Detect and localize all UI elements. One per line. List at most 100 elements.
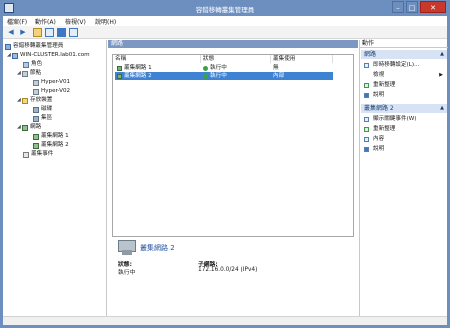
maximize-button[interactable]: □ bbox=[406, 1, 418, 13]
tree-network-1-label: 叢集網路 1 bbox=[41, 133, 69, 139]
action-show-critical-events[interactable]: 顯示關鍵事件(W) bbox=[361, 115, 447, 124]
tree-events-label: 叢集事件 bbox=[31, 151, 54, 157]
server-icon bbox=[33, 88, 39, 95]
network-detail-icon bbox=[118, 240, 136, 255]
action-label: 顯示關鍵事件(W) bbox=[373, 116, 417, 122]
tree-network-1[interactable]: 叢集網路 1 bbox=[33, 133, 69, 140]
properties-icon bbox=[364, 137, 369, 142]
column-status[interactable]: 狀態 bbox=[201, 55, 271, 63]
application-window: 容錯移轉叢集管理員 – □ ✕ 檔案(F) 動作(A) 檢視(V) 說明(H) … bbox=[0, 0, 450, 328]
actions-header: 動作 bbox=[360, 40, 448, 48]
menu-view[interactable]: 檢視(V) bbox=[65, 17, 86, 26]
tree-networks[interactable]: ◢ 網路 bbox=[17, 124, 41, 131]
collapse-icon[interactable]: ▲ bbox=[440, 50, 444, 59]
tree-storage[interactable]: ◢ 存放裝置 bbox=[17, 97, 52, 104]
tree-node-1-label: Hyper-V01 bbox=[41, 79, 71, 85]
main-frame: 檔案(F) 動作(A) 檢視(V) 說明(H) ◀ ▶ 容錯移轉叢集管理員 ◢ W… bbox=[3, 16, 448, 325]
center-pane: 網路 名稱 狀態 叢集使用 叢集網路 1 執行中 無 叢集網路 2 執行中 內部… bbox=[108, 40, 358, 325]
nodes-icon bbox=[22, 70, 28, 77]
close-button[interactable]: ✕ bbox=[420, 1, 446, 13]
tree-root-label: 容錯移轉叢集管理員 bbox=[13, 43, 64, 49]
roles-icon bbox=[23, 61, 29, 68]
properties-icon[interactable] bbox=[45, 28, 54, 37]
settings-icon bbox=[364, 63, 369, 68]
tree-storage-label: 存放裝置 bbox=[30, 97, 53, 103]
title-bar[interactable]: 容錯移轉叢集管理員 – □ ✕ bbox=[0, 0, 450, 16]
action-label: 說明 bbox=[373, 92, 385, 98]
status-up-icon bbox=[203, 65, 208, 71]
row-use: 內部 bbox=[273, 73, 285, 79]
tree-roles[interactable]: 角色 bbox=[23, 61, 42, 68]
cluster-manager-icon bbox=[5, 43, 11, 50]
menu-file[interactable]: 檔案(F) bbox=[7, 17, 27, 26]
tree-node-1[interactable]: Hyper-V01 bbox=[33, 79, 70, 86]
window-title: 容錯移轉叢集管理員 bbox=[195, 6, 255, 14]
row-name: 叢集網路 2 bbox=[124, 73, 152, 79]
column-cluster-use[interactable]: 叢集使用 bbox=[271, 55, 333, 63]
navigation-tree: 容錯移轉叢集管理員 ◢ WIN-CLUSTER.lab01.com 角色 ◢ 節點 … bbox=[3, 40, 107, 325]
back-icon[interactable]: ◀ bbox=[6, 28, 16, 37]
detail-status-value: 執行中 bbox=[118, 270, 136, 276]
action-view[interactable]: 檢視 ▶ bbox=[361, 71, 447, 80]
storage-icon bbox=[22, 97, 28, 104]
action-refresh-network[interactable]: 重新整理 bbox=[361, 125, 447, 134]
tree-pools[interactable]: 集區 bbox=[33, 115, 52, 122]
help-icon bbox=[364, 93, 369, 98]
network-icon bbox=[33, 142, 39, 149]
status-up-icon bbox=[203, 73, 208, 79]
cluster-icon bbox=[12, 52, 18, 59]
console-icon[interactable] bbox=[69, 28, 78, 37]
network-icon bbox=[117, 73, 122, 79]
tree-events[interactable]: 叢集事件 bbox=[23, 151, 53, 158]
help-icon bbox=[364, 147, 369, 152]
tree-nodes[interactable]: ◢ 節點 bbox=[17, 70, 41, 77]
tree-network-2-label: 叢集網路 2 bbox=[41, 142, 69, 148]
menu-bar: 檔案(F) 動作(A) 檢視(V) 說明(H) bbox=[3, 16, 447, 26]
row-status-cell: 執行中 bbox=[203, 72, 227, 80]
forward-icon[interactable]: ▶ bbox=[18, 28, 28, 37]
tree-root[interactable]: 容錯移轉叢集管理員 bbox=[5, 43, 63, 50]
row-name-cell: 叢集網路 2 bbox=[117, 72, 152, 80]
tree-disks[interactable]: 磁碟 bbox=[33, 106, 52, 113]
menu-help[interactable]: 說明(H) bbox=[95, 17, 116, 26]
row-name: 叢集網路 1 bbox=[124, 65, 152, 71]
table-row[interactable]: 叢集網路 1 執行中 無 bbox=[115, 64, 333, 72]
row-status: 執行中 bbox=[210, 65, 227, 71]
events-icon bbox=[364, 117, 369, 122]
action-label: 說明 bbox=[373, 146, 385, 152]
help-icon[interactable] bbox=[57, 28, 66, 37]
tree-networks-label: 網路 bbox=[30, 124, 42, 130]
actions-section-network-2[interactable]: 叢集網路 2 ▲ bbox=[361, 104, 447, 113]
events-icon bbox=[23, 151, 29, 158]
minimize-button[interactable]: – bbox=[392, 1, 404, 13]
actions-pane: 動作 網路 ▲ 即時移轉設定(L)... 檢視 ▶ 重新整理 說明 叢集網路 2… bbox=[359, 40, 448, 325]
pool-icon bbox=[33, 115, 39, 122]
action-label: 即時移轉設定(L)... bbox=[373, 62, 420, 68]
action-label: 檢視 bbox=[373, 72, 385, 78]
folder-icon[interactable] bbox=[33, 28, 42, 37]
detail-title: 叢集網路 2 bbox=[140, 244, 175, 252]
table-row-selected[interactable]: 叢集網路 2 執行中 內部 bbox=[115, 72, 333, 80]
tree-pools-label: 集區 bbox=[41, 115, 53, 121]
status-bar bbox=[3, 316, 447, 325]
action-help[interactable]: 說明 bbox=[361, 91, 447, 100]
tree-cluster[interactable]: ◢ WIN-CLUSTER.lab01.com bbox=[7, 52, 90, 59]
network-list: 名稱 狀態 叢集使用 叢集網路 1 執行中 無 叢集網路 2 執行中 內部 bbox=[112, 54, 354, 237]
network-icon bbox=[22, 124, 28, 131]
tree-node-2[interactable]: Hyper-V02 bbox=[33, 88, 70, 95]
menu-action[interactable]: 動作(A) bbox=[35, 17, 56, 26]
column-name[interactable]: 名稱 bbox=[113, 55, 201, 63]
tree-network-2[interactable]: 叢集網路 2 bbox=[33, 142, 69, 149]
action-help-network[interactable]: 說明 bbox=[361, 145, 447, 154]
collapse-icon[interactable]: ▲ bbox=[440, 104, 444, 113]
row-name-cell: 叢集網路 1 bbox=[117, 64, 152, 72]
action-refresh[interactable]: 重新整理 bbox=[361, 81, 447, 90]
network-icon bbox=[117, 65, 122, 71]
server-icon bbox=[33, 79, 39, 86]
detail-subnet-value: 172.16.0.0/24 (IPv4) bbox=[198, 267, 258, 273]
refresh-icon bbox=[364, 83, 369, 88]
actions-section-networks[interactable]: 網路 ▲ bbox=[361, 50, 447, 59]
action-live-migration-settings[interactable]: 即時移轉設定(L)... bbox=[361, 61, 447, 70]
disk-icon bbox=[33, 106, 39, 113]
action-properties[interactable]: 內容 bbox=[361, 135, 447, 144]
